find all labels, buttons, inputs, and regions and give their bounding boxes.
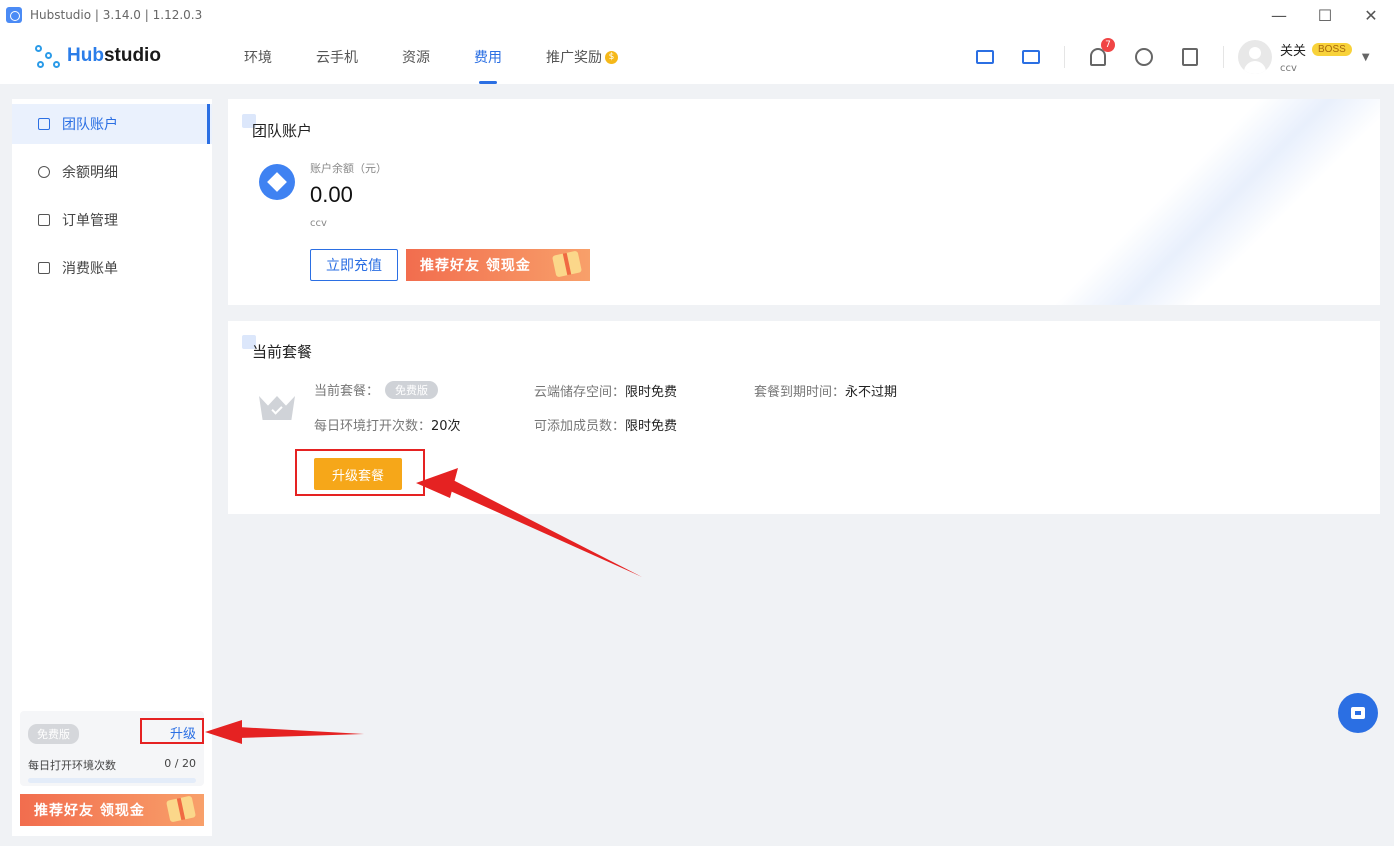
sidebar-item-consumption-bill[interactable]: 消费账单	[12, 248, 212, 288]
daily-opens-progress	[28, 778, 196, 783]
user-menu[interactable]: 关关 BOSS ccv ▼	[1238, 40, 1370, 74]
nav-referral-rewards[interactable]: 推广奖励 $	[530, 30, 634, 84]
balance-label: 账户余额（元）	[310, 162, 387, 175]
role-badge: BOSS	[1312, 43, 1352, 56]
current-plan-field: 当前套餐： 免费版	[314, 380, 439, 399]
nav-billing[interactable]: 费用	[458, 30, 518, 84]
bell-icon[interactable]: 7	[1085, 38, 1115, 70]
window-title: Hubstudio | 3.14.0 | 1.12.0.3	[30, 8, 203, 22]
window-sync-icon[interactable]	[1018, 44, 1044, 70]
sidebar-item-label: 订单管理	[62, 213, 118, 229]
nav-resources[interactable]: 资源	[386, 30, 446, 84]
current-plan-card: 当前套餐 当前套餐： 免费版 云端储存空间： 限时免费 套餐到期时间： 永不过期 每…	[228, 321, 1380, 514]
annotation-arrow	[205, 720, 364, 744]
device-sync-icon[interactable]	[972, 44, 998, 70]
title-bar: Hubstudio | 3.14.0 | 1.12.0.3 — ☐ ✕	[0, 0, 1394, 30]
plan-summary: 免费版 升级 每日打开环境次数 0 / 20	[20, 711, 204, 786]
referral-promo-banner[interactable]: 推荐好友 领现金	[406, 249, 590, 281]
avatar	[1238, 40, 1272, 74]
upgrade-plan-button[interactable]: 升级套餐	[314, 458, 402, 490]
logo-text: Hubstudio	[67, 45, 161, 66]
main-nav: 环境 云手机 资源 费用 推广奖励 $	[228, 30, 646, 84]
chat-icon	[1351, 707, 1365, 719]
sidebar-item-label: 消费账单	[62, 261, 118, 277]
crown-icon	[259, 388, 295, 420]
maximize-button[interactable]: ☐	[1302, 0, 1348, 30]
sidebar-item-balance-details[interactable]: 余额明细	[12, 152, 212, 192]
card-title: 团队账户	[241, 114, 313, 140]
members-field: 可添加成员数： 限时免费	[534, 419, 678, 434]
upgrade-link[interactable]: 升级	[140, 718, 204, 744]
balance-value: 0.00	[310, 182, 353, 207]
sidebar-item-team-account[interactable]: 团队账户	[12, 104, 212, 144]
daily-opens-field: 每日环境打开次数： 20次	[314, 419, 461, 434]
minimize-button[interactable]: —	[1256, 0, 1302, 30]
app-icon	[6, 7, 22, 23]
user-name: 关关	[1280, 44, 1307, 59]
plan-tag: 免费版	[28, 724, 79, 744]
team-account-card: 团队账户 账户余额（元） 0.00 ccv 立即充值 推荐好友 领现金	[228, 99, 1380, 305]
sidebar: 团队账户 余额明细 订单管理 消费账单 免费版 升级 每日打开环境次数 0 / …	[12, 99, 212, 836]
referral-promo-banner[interactable]: 推荐好友 领现金	[20, 794, 204, 826]
team-name: ccv	[1280, 63, 1297, 74]
support-float-button[interactable]	[1338, 693, 1378, 733]
bill-icon	[38, 262, 50, 274]
cloud-storage-field: 云端储存空间： 限时免费	[534, 385, 678, 400]
team-name: ccv	[310, 218, 327, 229]
nav-environment[interactable]: 环境	[228, 30, 288, 84]
divider	[1223, 46, 1224, 68]
gift-icon	[551, 250, 583, 278]
daily-opens-count: 0 / 20	[164, 757, 196, 770]
close-button[interactable]: ✕	[1348, 0, 1394, 30]
daily-opens-label: 每日打开环境次数	[28, 759, 116, 772]
hubstudio-logo[interactable]: Hubstudio	[35, 42, 161, 70]
app-header: Hubstudio 环境 云手机 资源 费用 推广奖励 $ 7 关关 BOSS c…	[0, 30, 1394, 84]
logo-mark-icon	[35, 42, 63, 70]
recharge-button[interactable]: 立即充值	[310, 249, 398, 281]
download-icon[interactable]	[1131, 44, 1157, 70]
window-controls: — ☐ ✕	[1256, 0, 1394, 30]
gift-icon	[165, 795, 197, 823]
coin-icon: $	[605, 50, 618, 64]
expiry-field: 套餐到期时间： 永不过期	[754, 385, 898, 400]
header-actions: 7	[972, 38, 1244, 70]
diamond-icon	[259, 164, 295, 200]
plan-tag: 免费版	[385, 380, 439, 399]
wallet-icon	[38, 118, 50, 130]
card-title: 当前套餐	[241, 335, 313, 361]
chevron-down-icon[interactable]: ▼	[1362, 52, 1370, 63]
sidebar-item-label: 团队账户	[62, 117, 118, 133]
divider	[1064, 46, 1065, 68]
yen-icon	[38, 166, 50, 178]
decorative-background	[1020, 99, 1380, 305]
nav-cloud-phone[interactable]: 云手机	[300, 30, 374, 84]
sidebar-item-order-management[interactable]: 订单管理	[12, 200, 212, 240]
notification-badge: 7	[1101, 38, 1115, 52]
clipboard-icon	[38, 214, 50, 226]
history-log-icon[interactable]	[1177, 44, 1203, 70]
sidebar-item-label: 余额明细	[62, 165, 118, 181]
